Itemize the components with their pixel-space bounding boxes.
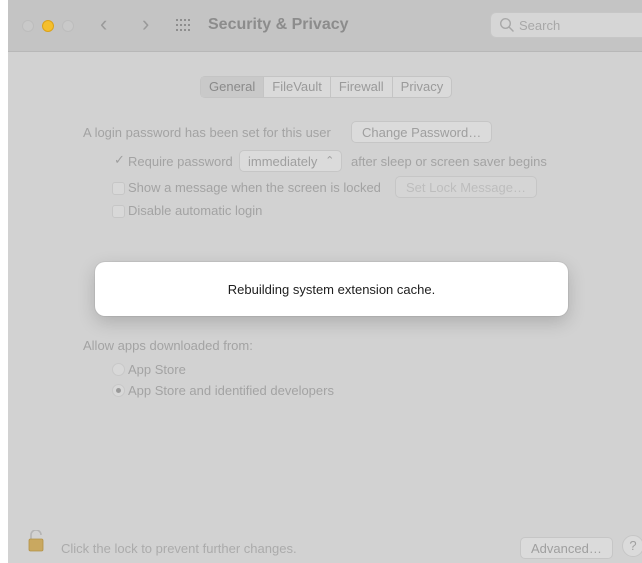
title-bar: ‹ › Security & Privacy Search bbox=[8, 0, 642, 52]
disable-auto-login-checkbox[interactable] bbox=[112, 205, 125, 218]
lock-icon[interactable] bbox=[28, 530, 44, 552]
show-message-checkbox[interactable] bbox=[112, 182, 125, 195]
radio-app-store-label: App Store bbox=[128, 362, 186, 377]
close-window-button[interactable] bbox=[22, 20, 34, 32]
disable-auto-login-label: Disable automatic login bbox=[128, 203, 263, 218]
forward-chevron-icon[interactable]: › bbox=[142, 12, 149, 36]
change-password-button[interactable]: Change Password… bbox=[351, 121, 493, 143]
select-arrows-icon: ⌃ bbox=[325, 155, 335, 167]
tab-general[interactable]: General bbox=[201, 77, 265, 97]
window-title: Security & Privacy bbox=[208, 16, 349, 33]
require-password-interval-select[interactable]: immediately ⌃ bbox=[239, 150, 343, 172]
tab-firewall[interactable]: Firewall bbox=[331, 77, 393, 97]
search-placeholder: Search bbox=[519, 18, 561, 33]
toast-message: Rebuilding system extension cache. bbox=[227, 281, 436, 297]
require-password-label: Require password bbox=[128, 154, 233, 169]
tab-privacy[interactable]: Privacy bbox=[393, 77, 452, 97]
radio-app-store-identified-label: App Store and identified developers bbox=[128, 383, 334, 398]
zoom-window-button[interactable] bbox=[62, 20, 74, 32]
tab-bar: General FileVault Firewall Privacy bbox=[200, 76, 453, 98]
radio-app-store[interactable] bbox=[112, 363, 125, 376]
require-password-interval-value: immediately bbox=[248, 154, 318, 169]
minimize-window-button[interactable] bbox=[42, 20, 54, 32]
radio-app-store-identified[interactable] bbox=[112, 384, 125, 397]
require-password-checkmark-icon[interactable]: ✓ bbox=[114, 152, 125, 168]
show-all-grid-icon[interactable] bbox=[176, 19, 191, 32]
after-sleep-text: after sleep or screen saver begins bbox=[351, 154, 547, 169]
allow-apps-heading: Allow apps downloaded from: bbox=[83, 338, 253, 353]
show-message-label: Show a message when the screen is locked bbox=[128, 180, 381, 195]
set-lock-message-button[interactable]: Set Lock Message… bbox=[395, 176, 537, 198]
advanced-button[interactable]: Advanced… bbox=[520, 537, 613, 559]
back-chevron-icon[interactable]: ‹ bbox=[100, 12, 107, 36]
search-icon bbox=[499, 17, 514, 32]
tab-filevault[interactable]: FileVault bbox=[264, 77, 331, 97]
rebuilding-cache-toast: Rebuilding system extension cache. bbox=[95, 262, 568, 316]
lock-status-text: Click the lock to prevent further change… bbox=[61, 541, 297, 556]
search-field[interactable]: Search bbox=[490, 12, 642, 38]
login-password-text: A login password has been set for this u… bbox=[83, 125, 331, 140]
help-button[interactable]: ? bbox=[622, 535, 642, 557]
